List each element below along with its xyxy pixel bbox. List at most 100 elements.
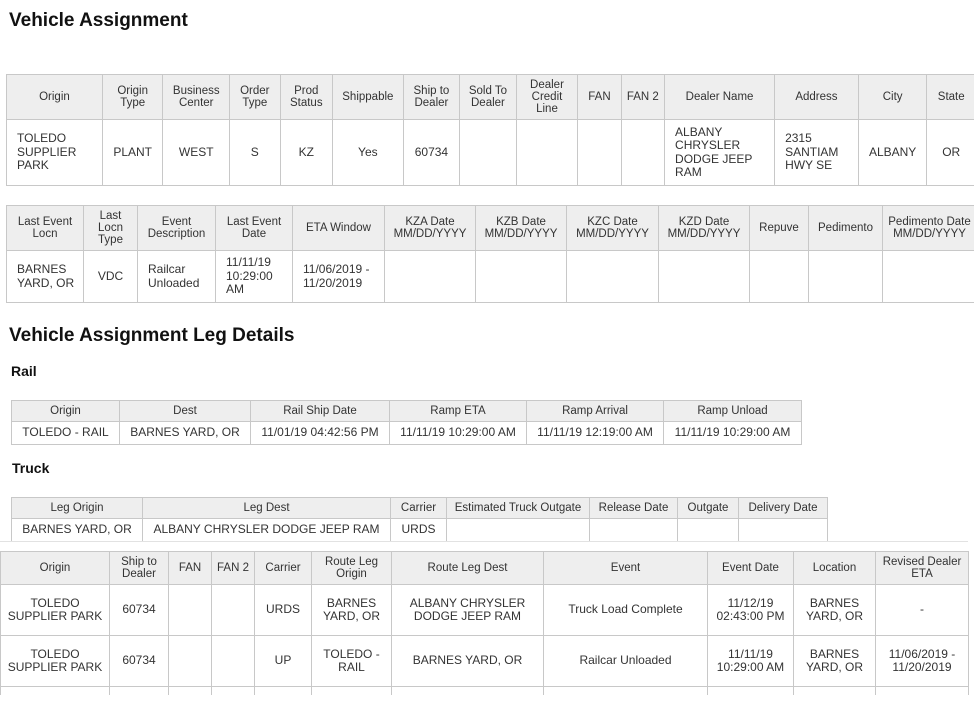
table-cell: BARNES YARD, OR (793, 584, 876, 636)
column-header: KZD Date MM/DD/YYYY (658, 205, 750, 251)
column-header: Origin Type (101, 74, 164, 120)
column-header: Location (793, 551, 876, 585)
table-row: TOLEDO SUPPLIER PARK 60734 URDS BARNES Y… (0, 584, 969, 636)
table-cell (446, 518, 590, 542)
column-header: Event Date (707, 551, 794, 585)
table-cell (109, 686, 169, 695)
table-cell: URDS (254, 584, 312, 636)
table-header-row: Origin Origin Type Business Center Order… (6, 74, 974, 120)
column-header: Origin (11, 400, 120, 422)
table-cell: OR (926, 119, 974, 186)
column-header: Leg Origin (11, 497, 143, 519)
column-header: Last Event Date (215, 205, 293, 251)
table-cell: URDS (390, 518, 447, 542)
table-cell: BARNES YARD, OR (119, 421, 251, 445)
table-cell: 60734 (109, 635, 169, 687)
table-cell (211, 635, 255, 687)
column-header: Ship to Dealer (402, 74, 461, 120)
table-cell: 11/01/19 04:42:56 PM (250, 421, 390, 445)
table-cell: S (229, 119, 281, 186)
table-cell: 11/11/19 10:29:00 AM (389, 421, 527, 445)
column-header: Ramp Arrival (526, 400, 664, 422)
table-cell: VDC (83, 250, 138, 303)
rail-table: Origin Dest Rail Ship Date Ramp ETA Ramp… (11, 400, 802, 445)
column-header: Ramp ETA (389, 400, 527, 422)
table-row: BARNES YARD, OR VDC Railcar Unloaded 11/… (6, 250, 974, 303)
table-cell: TOLEDO - RAIL (11, 421, 120, 445)
table-cell: TOLEDO - RAIL (311, 635, 392, 687)
column-header: FAN 2 (620, 74, 666, 120)
column-header: Pedimento Date MM/DD/YYYY (882, 205, 974, 251)
column-header: Order Type (229, 74, 281, 120)
truck-table: Leg Origin Leg Dest Carrier Estimated Tr… (11, 497, 828, 542)
table-cell: 11/06/2019 - 11/20/2019 (875, 635, 969, 687)
column-header: Release Date (589, 497, 678, 519)
vehicle-assignment-table: Origin Origin Type Business Center Order… (6, 74, 974, 186)
table-cell: ALBANY (857, 119, 928, 186)
table-cell (211, 686, 255, 695)
table-cell (543, 686, 708, 695)
column-header: Origin (0, 551, 110, 585)
table-cell (808, 250, 883, 303)
table-cell (677, 518, 739, 542)
table-cell: 11/11/19 10:29:00 AM (663, 421, 802, 445)
table-row (0, 686, 969, 695)
table-cell (0, 686, 110, 695)
column-header: City (857, 74, 928, 120)
column-header: FAN (168, 551, 212, 585)
column-header: Dealer Name (664, 74, 776, 120)
table-cell: TOLEDO SUPPLIER PARK (0, 635, 110, 687)
table-row: TOLEDO SUPPLIER PARK 60734 UP TOLEDO - R… (0, 635, 969, 687)
table-cell: PLANT (101, 119, 164, 186)
table-row: TOLEDO - RAIL BARNES YARD, OR 11/01/19 0… (11, 421, 802, 445)
table-cell (749, 250, 809, 303)
column-header: Origin (6, 74, 103, 120)
table-cell (211, 584, 255, 636)
table-cell (882, 250, 974, 303)
column-header: KZC Date MM/DD/YYYY (566, 205, 659, 251)
table-cell: BARNES YARD, OR (793, 635, 876, 687)
column-header: State (926, 74, 974, 120)
column-header: Carrier (390, 497, 447, 519)
column-header: Rail Ship Date (250, 400, 390, 422)
column-header: FAN 2 (211, 551, 255, 585)
column-header: Estimated Truck Outgate (446, 497, 590, 519)
table-cell: Truck Load Complete (543, 584, 708, 636)
table-cell: UP (254, 635, 312, 687)
table-cell (515, 119, 579, 186)
table-cell (254, 686, 312, 695)
last-event-table: Last Event Locn Last Locn Type Event Des… (6, 205, 974, 303)
table-cell: 60734 (109, 584, 169, 636)
table-cell (577, 119, 622, 186)
column-header: Dealer Credit Line (515, 74, 579, 120)
section-divider (0, 541, 968, 550)
table-cell: 2315 SANTIAM HWY SE (774, 119, 859, 186)
column-header: Address (774, 74, 859, 120)
table-cell: KZ (279, 119, 334, 186)
column-header: Dest (119, 400, 251, 422)
table-cell: BARNES YARD, OR (6, 250, 84, 303)
table-cell: TOLEDO SUPPLIER PARK (0, 584, 110, 636)
column-header: Repuve (749, 205, 809, 251)
table-cell: Yes (332, 119, 404, 186)
table-cell: BARNES YARD, OR (311, 584, 392, 636)
column-header: Carrier (254, 551, 312, 585)
leg-details-title: Vehicle Assignment Leg Details (9, 325, 295, 346)
column-header: ETA Window (292, 205, 385, 251)
table-cell: Railcar Unloaded (543, 635, 708, 687)
table-cell: Railcar Unloaded (137, 250, 216, 303)
table-cell (459, 119, 517, 186)
column-header: Leg Dest (142, 497, 391, 519)
table-cell: BARNES YARD, OR (391, 635, 544, 687)
table-cell: ALBANY CHRYSLER DODGE JEEP RAM (391, 584, 544, 636)
column-header: FAN (577, 74, 622, 120)
table-header-row: Origin Dest Rail Ship Date Ramp ETA Ramp… (11, 400, 802, 422)
column-header: Event Description (137, 205, 216, 251)
table-cell: ALBANY CHRYSLER DODGE JEEP RAM (664, 119, 776, 186)
table-cell (168, 686, 212, 695)
table-cell (566, 250, 659, 303)
table-header-row: Leg Origin Leg Dest Carrier Estimated Tr… (11, 497, 828, 519)
table-cell (793, 686, 876, 695)
table-cell: 11/06/2019 - 11/20/2019 (292, 250, 385, 303)
truck-section-title: Truck (12, 460, 50, 476)
